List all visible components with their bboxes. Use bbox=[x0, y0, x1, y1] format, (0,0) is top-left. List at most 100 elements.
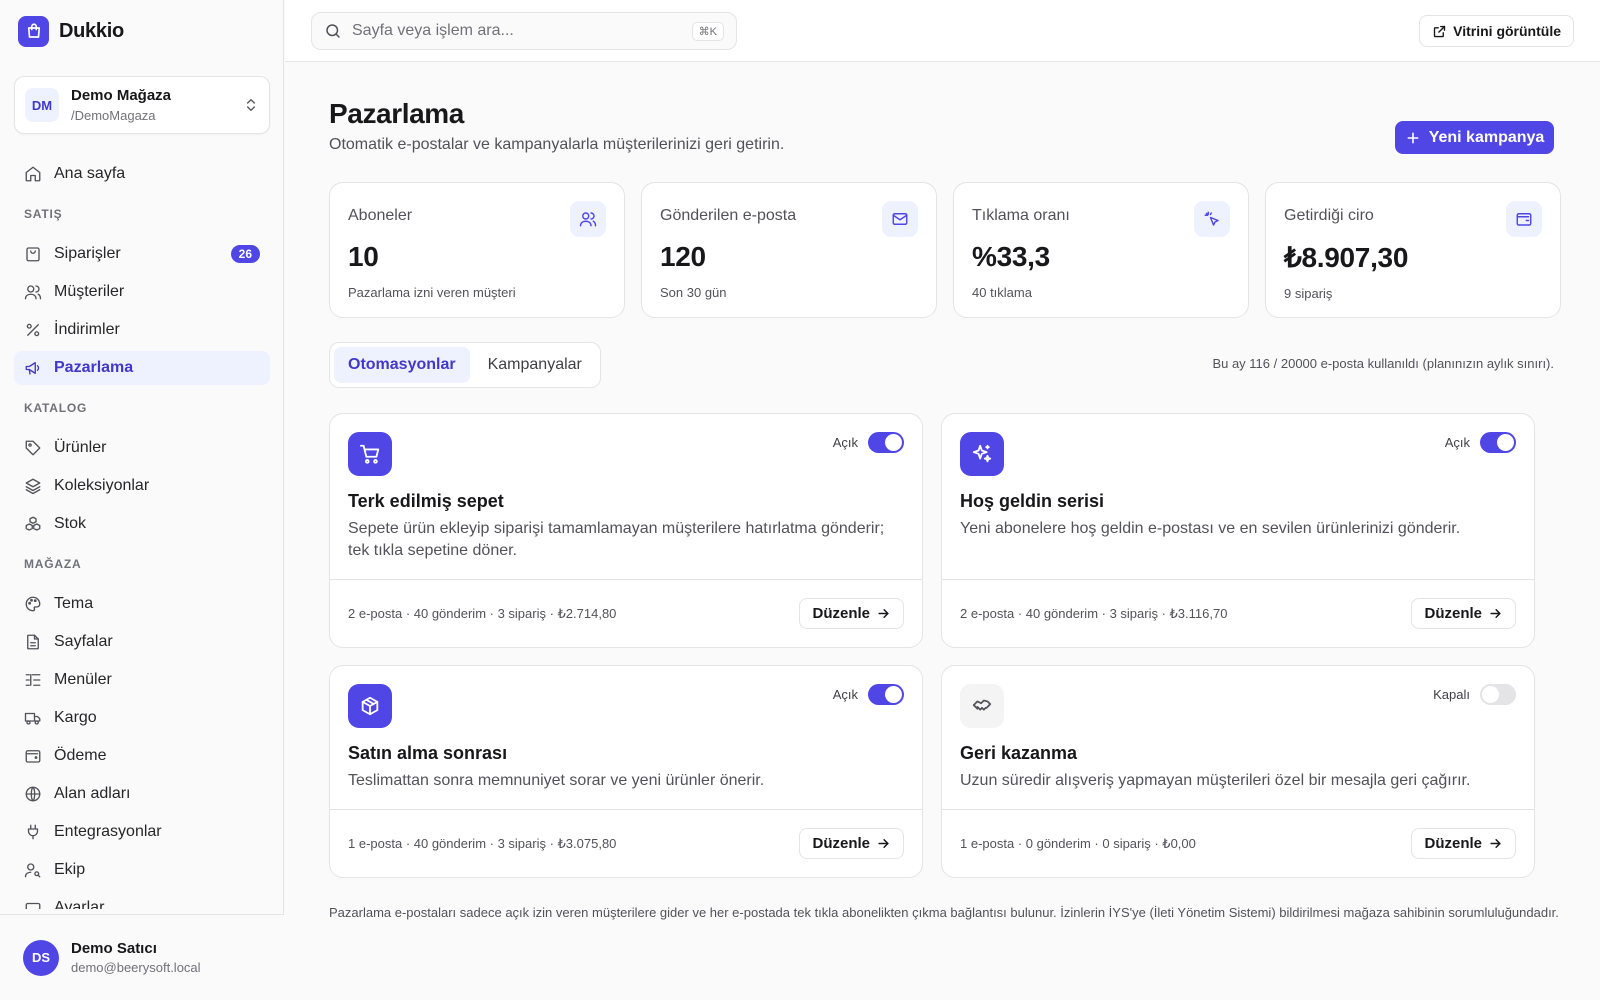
stat-label: Gönderilen e-posta bbox=[660, 207, 797, 224]
page-subtitle: Otomatik e-postalar ve kampanyalarla müş… bbox=[329, 136, 785, 153]
users-icon bbox=[24, 283, 42, 301]
sidebar-item-shipping[interactable]: Kargo bbox=[14, 701, 270, 735]
sidebar-item-marketing[interactable]: Pazarlama bbox=[14, 351, 270, 385]
sidebar-item-theme[interactable]: Tema bbox=[14, 587, 270, 621]
sidebar-item-team[interactable]: Ekip bbox=[14, 853, 270, 887]
arrow-right-icon bbox=[876, 836, 891, 851]
store-avatar: DM bbox=[25, 88, 59, 122]
sidebar-item-collections[interactable]: Koleksiyonlar bbox=[14, 469, 270, 503]
settings-icon bbox=[24, 899, 42, 909]
automation-stats: 2 e-posta · 40 gönderim · 3 sipariş · ₺2… bbox=[348, 605, 617, 621]
automation-stats: 1 e-posta · 40 gönderim · 3 sipariş · ₺3… bbox=[348, 835, 617, 851]
toggle-status-label: Açık bbox=[832, 687, 858, 702]
sidebar-item-label: Sayfalar bbox=[54, 633, 113, 650]
search-input[interactable] bbox=[352, 22, 682, 40]
mail-icon bbox=[882, 201, 918, 237]
edit-button[interactable]: Düzenle bbox=[799, 598, 904, 629]
automation-title: Hoş geldin serisi bbox=[960, 491, 1105, 511]
click-icon bbox=[1194, 201, 1230, 237]
stat-value: 10 bbox=[348, 241, 379, 272]
automation-stats: 2 e-posta · 40 gönderim · 3 sipariş · ₺3… bbox=[960, 605, 1228, 621]
store-handle: /DemoMagaza bbox=[71, 107, 156, 123]
tab-automations[interactable]: Otomasyonlar bbox=[334, 347, 470, 383]
sidebar-item-label: Alan adları bbox=[54, 785, 131, 802]
sidebar-item-label: Ana sayfa bbox=[54, 165, 126, 182]
toggle-status-label: Açık bbox=[1444, 435, 1470, 450]
automation-toggle[interactable] bbox=[1480, 432, 1516, 453]
stats-row: Aboneler 10 Pazarlama izni veren müşteri… bbox=[329, 182, 1561, 318]
stat-note: Son 30 gün bbox=[660, 285, 727, 300]
wallet-icon bbox=[1506, 201, 1542, 237]
stat-value: %33,3 bbox=[972, 241, 1050, 272]
automation-toggle[interactable] bbox=[868, 432, 904, 453]
sidebar-item-discounts[interactable]: İndirimler bbox=[14, 313, 270, 347]
stat-card-click-rate: Tıklama oranı %33,3 40 tıklama bbox=[953, 182, 1249, 318]
sidebar-item-products[interactable]: Ürünler bbox=[14, 431, 270, 465]
edit-button[interactable]: Düzenle bbox=[1411, 828, 1516, 859]
store-switcher[interactable]: DM Demo Mağaza /DemoMagaza bbox=[14, 76, 270, 134]
arrow-right-icon bbox=[1488, 606, 1503, 621]
view-store-button[interactable]: Vitrini görüntüle bbox=[1419, 15, 1574, 47]
edit-button[interactable]: Düzenle bbox=[799, 828, 904, 859]
sidebar-item-label: Tema bbox=[54, 595, 94, 612]
search-shortcut: ⌘K bbox=[691, 21, 724, 41]
stat-value: ₺8.907,30 bbox=[1284, 242, 1409, 273]
sidebar-item-integrations[interactable]: Entegrasyonlar bbox=[14, 815, 270, 849]
automation-description: Yeni abonelere hoş geldin e-postası ve e… bbox=[960, 520, 1461, 537]
automation-toggle[interactable] bbox=[868, 684, 904, 705]
chevrons-up-down-icon bbox=[243, 97, 259, 113]
tab-bar: Otomasyonlar Kampanyalar bbox=[329, 342, 601, 388]
tab-campaigns[interactable]: Kampanyalar bbox=[474, 347, 596, 383]
layers-icon bbox=[24, 477, 42, 495]
globe-icon bbox=[24, 785, 42, 803]
sidebar-nav: Ana sayfa SATIŞ Siparişler 26 Müşteriler… bbox=[14, 157, 270, 909]
sidebar-item-domains[interactable]: Alan adları bbox=[14, 777, 270, 811]
stat-label: Tıklama oranı bbox=[972, 207, 1070, 224]
stat-card-emails-sent: Gönderilen e-posta 120 Son 30 gün bbox=[641, 182, 937, 318]
home-icon bbox=[24, 165, 42, 183]
sidebar-section-catalog: KATALOG bbox=[24, 401, 88, 415]
edit-button[interactable]: Düzenle bbox=[1411, 598, 1516, 629]
arrow-right-icon bbox=[1488, 836, 1503, 851]
sidebar-item-menus[interactable]: Menüler bbox=[14, 663, 270, 697]
arrow-right-icon bbox=[876, 606, 891, 621]
toggle-status-label: Kapalı bbox=[1433, 687, 1470, 702]
edit-label: Düzenle bbox=[812, 835, 870, 852]
handshake-icon bbox=[960, 684, 1004, 728]
shopping-bag-icon bbox=[18, 15, 49, 47]
search-box[interactable]: ⌘K bbox=[311, 12, 737, 50]
new-campaign-label: Yeni kampanya bbox=[1428, 128, 1545, 146]
orders-count-badge: 26 bbox=[230, 245, 260, 263]
main-content: Pazarlama Otomatik e-postalar ve kampany… bbox=[285, 62, 1600, 1000]
avatar: DS bbox=[23, 939, 59, 976]
sidebar-item-label: Ekip bbox=[54, 861, 86, 878]
topbar: ⌘K Vitrini görüntüle bbox=[285, 0, 1600, 62]
user-menu[interactable]: DS Demo Satıcı demo@beerysoft.local bbox=[0, 914, 284, 1000]
sidebar-section-sales: SATIŞ bbox=[24, 207, 63, 221]
brand[interactable]: Dukkio bbox=[18, 15, 124, 47]
sidebar-item-customers[interactable]: Müşteriler bbox=[14, 275, 270, 309]
view-store-label: Vitrini görüntüle bbox=[1453, 23, 1561, 39]
sidebar-item-pages[interactable]: Sayfalar bbox=[14, 625, 270, 659]
email-quota-text: Bu ay 116 / 20000 e-posta kullanıldı (pl… bbox=[1212, 356, 1554, 371]
sparkles-icon bbox=[960, 432, 1004, 476]
sidebar-item-label: Siparişler bbox=[54, 245, 121, 262]
automation-grid: Açık Terk edilmiş sepet Sepete ürün ekle… bbox=[329, 413, 1555, 878]
user-email: demo@beerysoft.local bbox=[71, 960, 201, 975]
sidebar-item-label: Menüler bbox=[54, 671, 112, 688]
search-icon bbox=[324, 22, 342, 40]
stat-value: 120 bbox=[660, 241, 706, 272]
automation-card-win-back: Kapalı Geri kazanma Uzun süredir alışver… bbox=[941, 665, 1535, 878]
sidebar-item-payment[interactable]: Ödeme bbox=[14, 739, 270, 773]
automation-toggle[interactable] bbox=[1480, 684, 1516, 705]
sidebar-item-label: Koleksiyonlar bbox=[54, 477, 150, 494]
sidebar-item-home[interactable]: Ana sayfa bbox=[14, 157, 270, 191]
automation-description: Uzun süredir alışveriş yapmayan müşteril… bbox=[960, 772, 1471, 789]
sidebar-item-settings[interactable]: Ayarlar bbox=[14, 891, 270, 909]
sidebar-item-stock[interactable]: Stok bbox=[14, 507, 270, 541]
edit-label: Düzenle bbox=[1424, 835, 1482, 852]
new-campaign-button[interactable]: Yeni kampanya bbox=[1395, 121, 1554, 154]
edit-label: Düzenle bbox=[1424, 605, 1482, 622]
sidebar-item-orders[interactable]: Siparişler 26 bbox=[14, 237, 270, 271]
truck-icon bbox=[24, 709, 42, 727]
